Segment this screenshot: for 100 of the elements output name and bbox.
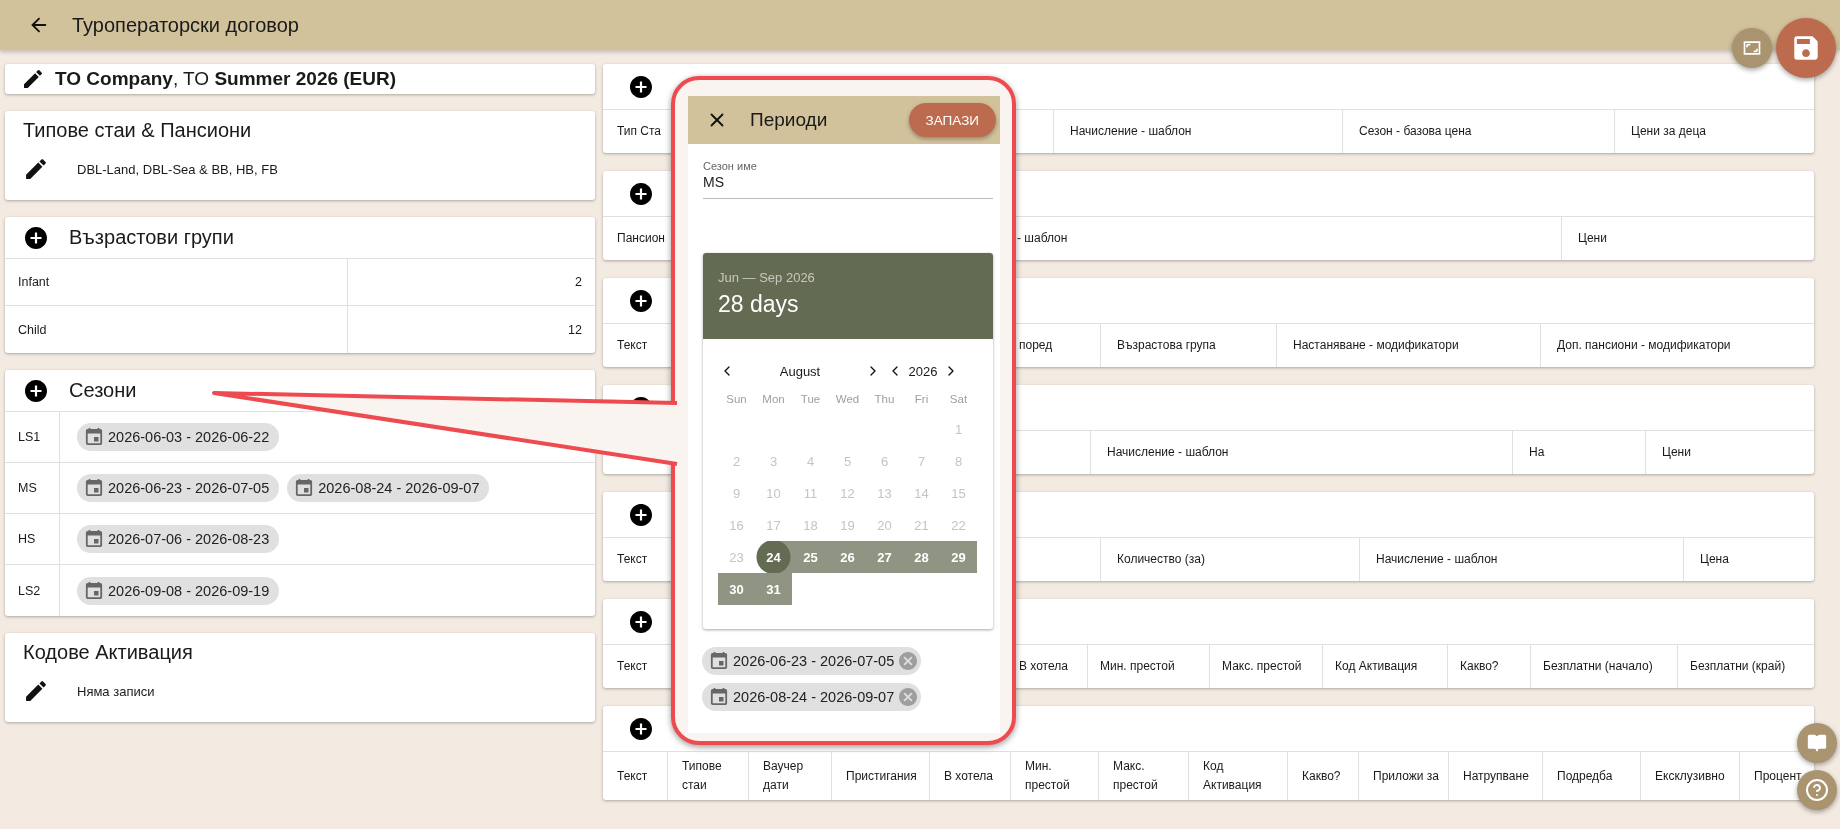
summary-text: DBL-Land, DBL-Sea & BB, HB, FB <box>77 161 278 177</box>
add-button[interactable] <box>630 717 652 740</box>
column-header: Цена <box>1700 551 1729 569</box>
month-label: August <box>778 363 822 379</box>
calendar-day[interactable]: 29 <box>940 541 977 573</box>
weekday-label: Thu <box>873 392 896 407</box>
date-range: Jun — Sep 2026 <box>718 270 816 285</box>
add-icon <box>630 503 652 526</box>
column-header: Цени за деца <box>1631 123 1706 141</box>
save-icon <box>1793 35 1819 61</box>
table-cell: 12 <box>347 306 595 353</box>
fullscreen-icon <box>1742 38 1762 58</box>
weekday-label: Fri <box>913 392 930 407</box>
column-header: Начисление - шаблон <box>1070 123 1192 141</box>
season-name: LS1 <box>5 412 60 462</box>
cancel-icon <box>899 688 918 706</box>
calendar-day[interactable]: 31 <box>755 573 792 605</box>
calendar-day[interactable]: 25 <box>792 541 829 573</box>
weekday-label: Sun <box>725 392 748 407</box>
page-title: Туроператорски договор <box>72 13 299 37</box>
column-header: Начисление - шаблон <box>1107 444 1229 462</box>
add-button[interactable] <box>630 610 652 633</box>
period-chip[interactable]: 2026-06-23 - 2026-07-05 <box>702 647 922 675</box>
pencil-icon <box>23 69 43 89</box>
weekday-label: Mon <box>761 392 786 407</box>
calendar-icon <box>85 530 103 548</box>
add-icon <box>630 182 652 205</box>
period-chip[interactable]: 2026-07-06 - 2026-08-23 <box>77 525 280 553</box>
add-button[interactable] <box>630 75 652 98</box>
add-icon <box>630 610 652 633</box>
add-button[interactable] <box>25 379 47 402</box>
contract-title: TO Company, TO Summer 2026 (EUR) <box>55 68 397 90</box>
field-label: Сезон име <box>703 160 758 172</box>
calendar-day[interactable]: 24 <box>755 541 792 573</box>
pencil-icon <box>25 158 47 180</box>
column-header: Тип Ста <box>617 123 662 141</box>
column-header: - шаблон <box>1017 230 1068 248</box>
calendar-day[interactable]: 30 <box>718 573 755 605</box>
weekday-label: Sat <box>948 392 969 407</box>
add-button[interactable] <box>25 226 47 249</box>
column-header: Код Активация <box>1335 658 1418 676</box>
column-header: Какво? <box>1460 658 1499 676</box>
column-header: Ексклузивно <box>1655 767 1725 785</box>
calendar-day[interactable]: 27 <box>866 541 903 573</box>
season-name: MS <box>5 463 60 513</box>
column-header: В хотела <box>944 767 993 785</box>
column-header: Текст <box>617 658 648 676</box>
column-header: Цени <box>1578 230 1607 248</box>
column-header: поред <box>1019 337 1053 355</box>
help-icon <box>1805 778 1829 802</box>
period-chip[interactable]: 2026-06-03 - 2026-06-22 <box>77 423 280 451</box>
add-button[interactable] <box>630 182 652 205</box>
calendar-icon <box>710 652 728 670</box>
column-header: Натрупване <box>1463 767 1529 785</box>
save-button[interactable]: ЗАПАЗИ <box>908 103 996 137</box>
season-name-field[interactable]: MS <box>703 172 993 199</box>
season-name: LS2 <box>5 565 60 616</box>
column-header: Код Активация <box>1203 758 1263 794</box>
column-header: Безплатни (край) <box>1690 658 1786 676</box>
card-title: Кодове Активация <box>23 641 193 663</box>
calendar-day[interactable]: 26 <box>829 541 866 573</box>
calendar-icon <box>85 428 103 446</box>
column-header: Настаняване - модификатори <box>1293 337 1459 355</box>
column-header: Какво? <box>1302 767 1341 785</box>
period-chip[interactable]: 2026-08-24 - 2026-09-07 <box>702 683 922 711</box>
card-title: Типове стаи & Пансиони <box>23 119 252 141</box>
calendar-icon <box>85 581 103 600</box>
calendar-icon <box>295 479 314 497</box>
calendar-day[interactable]: 28 <box>903 541 940 573</box>
cancel-icon <box>899 652 918 670</box>
period-chip[interactable]: 2026-09-08 - 2026-09-19 <box>77 576 280 605</box>
period-chip[interactable]: 2026-08-24 - 2026-09-07 <box>287 474 490 502</box>
year-label: 2026 <box>907 363 939 379</box>
edit-button[interactable] <box>23 69 43 89</box>
guide-button[interactable] <box>1797 723 1837 763</box>
column-header: Макс. престой <box>1113 758 1159 794</box>
table-cell-text: Child <box>17 321 48 339</box>
summary-text: Няма записи <box>77 683 155 699</box>
column-header: Процент <box>1754 767 1802 785</box>
column-header: Начисление - шаблон <box>1376 551 1498 569</box>
period-chip[interactable]: 2026-06-23 - 2026-07-05 <box>77 474 280 502</box>
column-header: Количество (за) <box>1117 551 1205 569</box>
add-button[interactable] <box>630 503 652 526</box>
column-header: На <box>1529 444 1545 462</box>
column-header: Мин. престой <box>1100 658 1175 676</box>
calendar-icon <box>710 688 728 706</box>
table-cell: 2 <box>347 259 595 305</box>
column-header: Текст <box>617 551 648 569</box>
edit-button[interactable] <box>25 680 47 702</box>
calendar-icon <box>85 479 103 497</box>
column-header: Безплатни (начало) <box>1543 658 1653 676</box>
edit-button[interactable] <box>25 158 47 180</box>
add-button[interactable] <box>630 289 652 312</box>
column-header: Макс. престой <box>1222 658 1302 676</box>
column-header: Мин. престой <box>1025 758 1071 794</box>
pencil-icon <box>25 680 47 702</box>
column-header: Пристигания <box>846 767 917 785</box>
card-title: Сезони <box>69 379 137 402</box>
book-icon <box>1807 733 1827 753</box>
add-icon <box>630 289 652 312</box>
